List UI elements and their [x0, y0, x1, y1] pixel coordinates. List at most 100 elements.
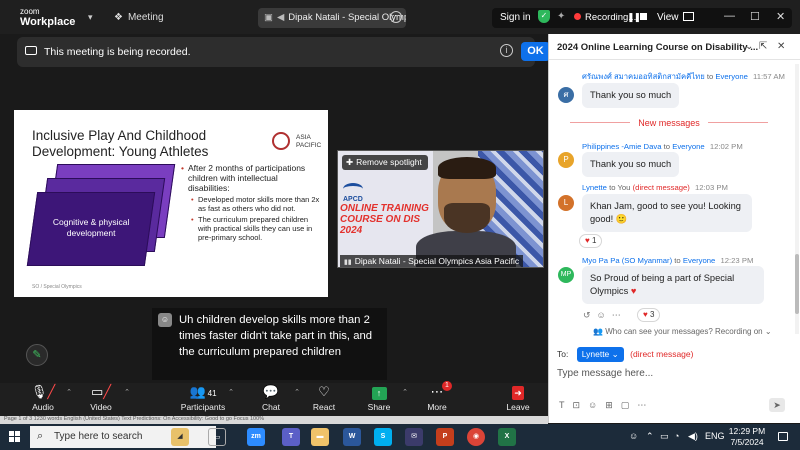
- video-options-caret-icon[interactable]: ⌃: [124, 388, 130, 396]
- message-actions: ↺☺⋯: [583, 310, 627, 321]
- more-button[interactable]: ⋯ 1 More: [414, 381, 460, 413]
- battery-icon[interactable]: ▭: [660, 431, 669, 442]
- ai-companion-icon[interactable]: ✦: [557, 11, 565, 22]
- scrollbar-thumb[interactable]: [795, 254, 799, 314]
- card-text: Cognitive & physical development: [52, 217, 130, 238]
- info-icon[interactable]: i: [500, 44, 513, 57]
- chat-bubble[interactable]: So Proud of being a part of Special Olym…: [582, 266, 764, 304]
- word-app-icon[interactable]: W: [343, 428, 361, 446]
- remove-spotlight-button[interactable]: ✚ Remove spotlight: [342, 155, 428, 170]
- chat-bubble[interactable]: Khan Jam, good to see you! Looking good!…: [582, 194, 752, 232]
- task-view-icon[interactable]: ▭: [208, 428, 226, 446]
- chrome-app-icon[interactable]: ◉: [467, 428, 485, 446]
- avatar[interactable]: ศ: [558, 87, 574, 103]
- maximize-icon[interactable]: ☐: [750, 10, 760, 23]
- skype-app-icon[interactable]: S: [374, 428, 392, 446]
- participants-count: 41: [207, 389, 217, 398]
- security-shield-icon[interactable]: ✓: [538, 10, 550, 23]
- meeting-title-pill[interactable]: ▣ ◀ Dipak Natali - Special Olymp ···: [258, 8, 406, 28]
- poster-text: ONLINE TRAINING COURSE ON DIS 2024: [340, 203, 429, 236]
- leave-label: Leave: [506, 402, 530, 412]
- windows-taskbar: ⌕ Type here to search ◢ ▭ zm T ▬ W S ✉ P…: [0, 424, 800, 450]
- more-icon[interactable]: ⋯: [637, 400, 654, 410]
- sender-name[interactable]: ศรัณพงศ์ สมาคมออทิสติกสามัคคีไทย: [582, 72, 705, 81]
- emoji-icon[interactable]: ☺: [588, 400, 605, 410]
- chat-scrollbar[interactable]: [795, 64, 799, 334]
- message-input[interactable]: [557, 364, 787, 382]
- reaction-count: 3: [649, 310, 655, 319]
- notifications-icon[interactable]: [778, 432, 788, 441]
- recipient-dropdown[interactable]: Lynette ⌄: [576, 347, 624, 362]
- meeting-menu[interactable]: ❖ Meeting: [114, 12, 164, 23]
- slide-card-front: Cognitive & physical development: [26, 192, 156, 266]
- minimize-icon[interactable]: —: [724, 10, 735, 22]
- chat-button[interactable]: 💬 Chat ⌃: [248, 383, 300, 413]
- pause-recording-icon[interactable]: ❚❚: [627, 12, 641, 23]
- more-options-icon[interactable]: ···: [390, 11, 402, 23]
- audio-options-caret-icon[interactable]: ⌃: [66, 388, 72, 396]
- person-icon[interactable]: ☺: [629, 431, 638, 441]
- tray-chevron-icon[interactable]: ⌃: [646, 431, 654, 442]
- react-label: React: [312, 402, 336, 412]
- format-icon[interactable]: T: [559, 400, 573, 410]
- pin-icon: ✚: [346, 157, 354, 167]
- speaker-icon: ◀: [276, 12, 285, 23]
- leave-button[interactable]: ➜ Leave: [495, 383, 541, 413]
- popout-icon[interactable]: ⇱: [759, 41, 767, 52]
- chat-message-meta: ศรัณพงศ์ สมาคมออทิสติกสามัคคีไทย to Ever…: [582, 71, 785, 83]
- audio-button[interactable]: 🎙╱ Audio ⌃: [20, 383, 72, 413]
- close-chat-icon[interactable]: ✕: [777, 41, 785, 52]
- add-reaction-icon[interactable]: ☺: [597, 310, 612, 320]
- reaction-chip[interactable]: ♥ 1: [579, 234, 603, 248]
- chevron-down-icon[interactable]: ▾: [88, 12, 93, 23]
- participants-button[interactable]: 👥 41 Participants ⌃: [178, 383, 234, 413]
- stop-recording-icon[interactable]: [640, 13, 647, 20]
- avatar[interactable]: P: [558, 152, 574, 168]
- ok-button[interactable]: OK: [521, 42, 550, 61]
- sender-name[interactable]: Myo Pa Pa (SO Myanmar): [582, 256, 672, 265]
- video-off-icon: ▭╱: [90, 384, 112, 399]
- avatar[interactable]: MP: [558, 267, 574, 283]
- code-icon[interactable]: ⊡: [573, 400, 589, 410]
- sender-name[interactable]: Philippines -Amie Dava: [582, 142, 661, 151]
- spotlight-label: Remove spotlight: [356, 157, 422, 167]
- sign-in-button[interactable]: Sign in: [500, 12, 531, 23]
- react-button[interactable]: ♡ React: [301, 383, 347, 413]
- send-icon[interactable]: ➤: [769, 398, 785, 412]
- view-button[interactable]: View: [657, 12, 694, 23]
- volume-icon[interactable]: ◀): [688, 431, 698, 442]
- powerpoint-app-icon[interactable]: P: [436, 428, 454, 446]
- share-button[interactable]: ↑ Share ⌃: [356, 383, 408, 413]
- zoom-app-icon[interactable]: zm: [247, 428, 265, 446]
- teams-app-icon[interactable]: T: [282, 428, 300, 446]
- file-explorer-icon[interactable]: ▬: [311, 428, 329, 446]
- chat-bubble[interactable]: Thank you so much: [582, 152, 680, 177]
- annotate-pen-icon[interactable]: ✎: [26, 344, 48, 366]
- screenshot-icon[interactable]: ▢: [621, 400, 638, 410]
- who-can-see-notice[interactable]: 👥 Who can see your messages? Recording o…: [593, 327, 772, 336]
- chat-bubble[interactable]: Thank you so much: [582, 83, 680, 108]
- more-actions-icon[interactable]: ⋯: [612, 310, 627, 320]
- participants-options-caret-icon[interactable]: ⌃: [228, 388, 234, 396]
- close-icon[interactable]: ✕: [776, 10, 785, 23]
- network-icon[interactable]: ◔: [674, 431, 679, 441]
- taskbar-clock[interactable]: 12:29 PM 7/5/2024: [722, 426, 772, 448]
- avatar[interactable]: L: [558, 195, 574, 211]
- mail-app-icon[interactable]: ✉: [405, 428, 423, 446]
- excel-app-icon[interactable]: X: [498, 428, 516, 446]
- speaker-video-tile[interactable]: APCD ONLINE TRAINING COURSE ON DIS 2024 …: [337, 150, 544, 268]
- zoom-title-bar: zoom Workplace ▾ ❖ Meeting ▣ ◀ Dipak Natali…: [0, 0, 800, 34]
- sender-name[interactable]: Lynette: [582, 183, 607, 192]
- reaction-chip[interactable]: ♥ 3: [637, 308, 661, 322]
- reply-icon[interactable]: ↺: [583, 310, 597, 320]
- video-button[interactable]: ▭╱ Video ⌃: [78, 383, 130, 413]
- windows-start-icon[interactable]: [9, 431, 21, 443]
- chat-options-caret-icon[interactable]: ⌃: [294, 388, 300, 396]
- gif-icon[interactable]: ⊞: [605, 400, 621, 410]
- share-options-caret-icon[interactable]: ⌃: [402, 388, 408, 396]
- chevron-down-icon[interactable]: ⌄: [745, 41, 753, 52]
- game-app-icon[interactable]: ◢: [171, 428, 189, 446]
- share-screen-icon: ↑: [356, 383, 402, 401]
- more-label: More: [427, 402, 447, 412]
- zoom-logo[interactable]: zoom Workplace: [20, 7, 75, 28]
